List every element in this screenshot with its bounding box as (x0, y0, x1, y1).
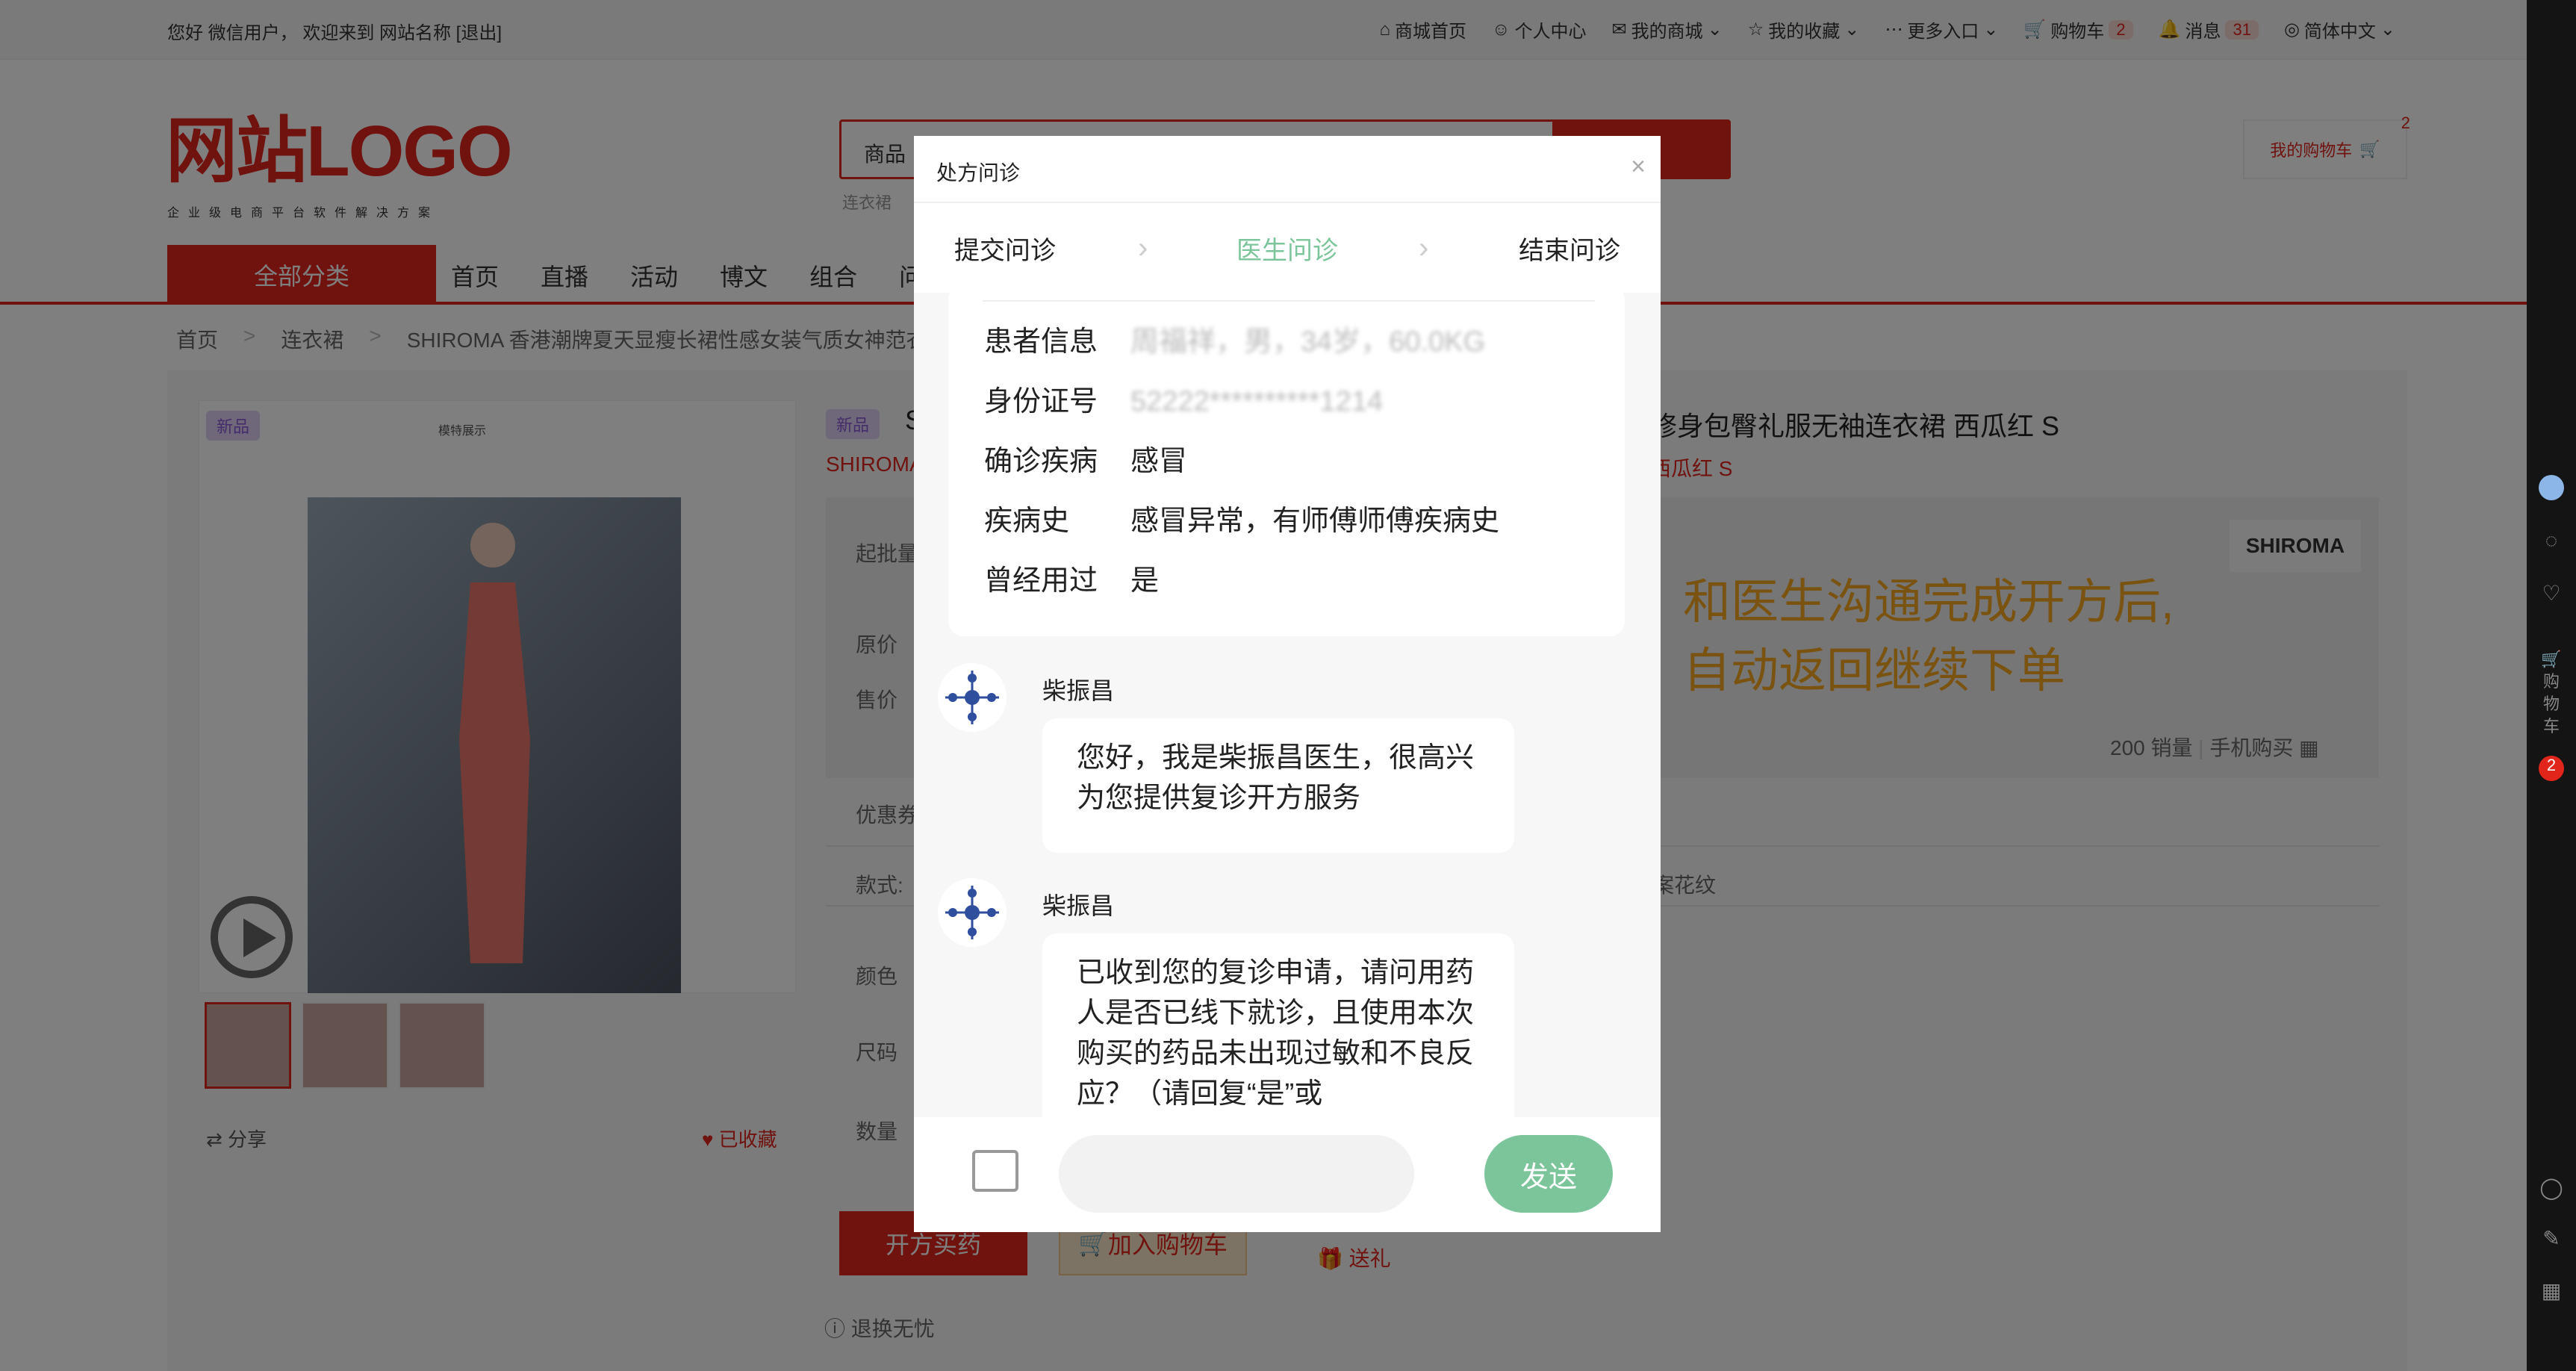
doctor-name: 柴振昌 (1042, 677, 1115, 704)
modal-title: 处方问诊 (936, 161, 1021, 184)
send-button[interactable]: 发送 (1484, 1135, 1613, 1213)
chat-input[interactable] (1059, 1135, 1414, 1213)
chevron-right-icon: › (1419, 231, 1429, 264)
step-doctor: 医生问诊 (1236, 237, 1338, 265)
patient-info-card: 患者信息 周福祥，男，34岁，60.0KG 身份证号 52222**********… (948, 285, 1625, 636)
info-row: 身份证号 52222**********1214 (984, 386, 1384, 417)
heart-icon[interactable]: ♡ (2539, 581, 2564, 606)
step-indicator: 提交问诊 › 医生问诊 › 结束问诊 (914, 203, 1661, 293)
chat-message: 您好，我是柴振昌医生，很高兴为您提供复诊开方服务 (1042, 718, 1514, 853)
edit-icon[interactable]: ✎ (2539, 1226, 2564, 1252)
chat-icon[interactable]: ◯ (2539, 1175, 2564, 1201)
info-row: 确诊疾病 感冒 (984, 446, 1188, 477)
step-submit: 提交问诊 (954, 237, 1056, 265)
chevron-right-icon: › (1138, 231, 1148, 264)
info-row: 疾病史 感冒异常，有师傅师傅疾病史 (984, 506, 1500, 537)
planet-icon[interactable]: ◌ (2539, 529, 2564, 554)
image-upload-icon[interactable] (972, 1150, 1018, 1192)
info-row: 患者信息 周福祥，男，34岁，60.0KG (984, 326, 1486, 358)
doctor-avatar (938, 878, 1007, 947)
id-number-value: 52222**********1214 (1130, 386, 1384, 417)
sidebar-cart-count: 2 (2539, 756, 2564, 781)
doctor-logo-icon (945, 671, 999, 724)
chat-message: 已收到您的复诊申请，请问用药人是否已线下就诊，且使用本次购买的药品未出现过敏和不… (1042, 933, 1514, 1142)
divider (983, 300, 1595, 302)
close-icon[interactable]: × (1631, 152, 1646, 181)
patient-info-value: 周福祥，男，34岁，60.0KG (1130, 326, 1486, 358)
info-row: 曾经用过是 (984, 565, 1160, 597)
modal-header: 处方问诊 × (914, 136, 1661, 203)
user-avatar-icon[interactable] (2539, 475, 2564, 500)
step-finish: 结束问诊 (1519, 237, 1620, 265)
doctor-name: 柴振昌 (1042, 892, 1115, 919)
doctor-logo-icon (945, 886, 999, 939)
chat-input-bar: 发送 (914, 1117, 1661, 1232)
grid-icon[interactable]: ▦ (2539, 1278, 2564, 1304)
prescription-modal: 处方问诊 × 提交问诊 › 医生问诊 › 结束问诊 患者信息 周福祥，男，34岁，… (914, 136, 1661, 1232)
doctor-avatar (938, 663, 1007, 732)
chat-area[interactable]: 患者信息 周福祥，男，34岁，60.0KG 身份证号 52222**********… (914, 285, 1661, 1232)
sidebar-cart[interactable]: 🛒 购物车 (2539, 648, 2564, 736)
